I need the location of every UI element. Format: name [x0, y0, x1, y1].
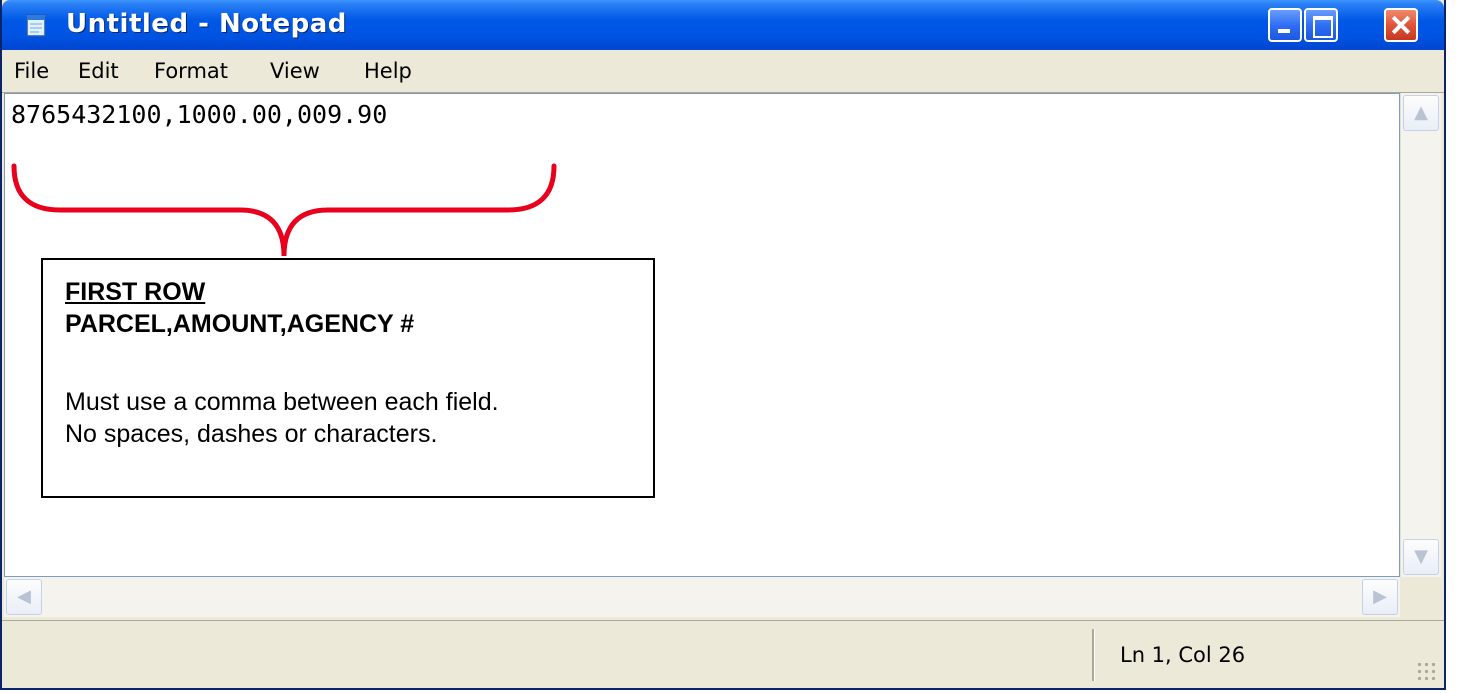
- callout-fields: PARCEL,AMOUNT,AGENCY #: [65, 310, 415, 338]
- menu-edit[interactable]: Edit: [78, 59, 119, 83]
- window-title: Untitled - Notepad: [66, 9, 347, 39]
- callout-heading: FIRST ROW: [65, 278, 206, 306]
- arrow-right-icon[interactable]: ▶: [1362, 579, 1398, 615]
- title-bar[interactable]: Untitled - Notepad: [2, 0, 1444, 50]
- status-bar: Ln 1, Col 26: [2, 620, 1444, 689]
- annotation-callout: FIRST ROW PARCEL,AMOUNT,AGENCY # Must us…: [41, 258, 655, 498]
- arrow-left-icon[interactable]: ◀: [6, 579, 42, 615]
- document-text[interactable]: 8765432100,1000.00,009.90: [11, 100, 387, 129]
- minimize-icon[interactable]: [1268, 8, 1302, 42]
- cursor-position: Ln 1, Col 26: [1120, 643, 1246, 667]
- resize-grip-icon[interactable]: [1416, 661, 1438, 683]
- status-divider: [1092, 629, 1095, 681]
- notepad-icon: [26, 14, 46, 37]
- menu-bar: File Edit Format View Help: [2, 50, 1444, 93]
- maximize-icon[interactable]: [1304, 8, 1338, 42]
- menu-help[interactable]: Help: [364, 59, 412, 83]
- scrollbar-corner: [1400, 577, 1440, 617]
- close-icon[interactable]: [1384, 8, 1418, 42]
- callout-note-1: Must use a comma between each field.: [65, 388, 499, 416]
- menu-format[interactable]: Format: [154, 59, 228, 83]
- arrow-down-icon[interactable]: ▼: [1403, 539, 1439, 575]
- arrow-up-icon[interactable]: ▲: [1403, 95, 1439, 131]
- annotation-brace: [11, 163, 557, 257]
- callout-note-2: No spaces, dashes or characters.: [65, 420, 438, 448]
- vertical-scrollbar[interactable]: ▲ ▼: [1400, 93, 1441, 577]
- menu-file[interactable]: File: [14, 59, 49, 83]
- menu-view[interactable]: View: [270, 59, 320, 83]
- horizontal-scrollbar[interactable]: ◀ ▶: [4, 577, 1400, 617]
